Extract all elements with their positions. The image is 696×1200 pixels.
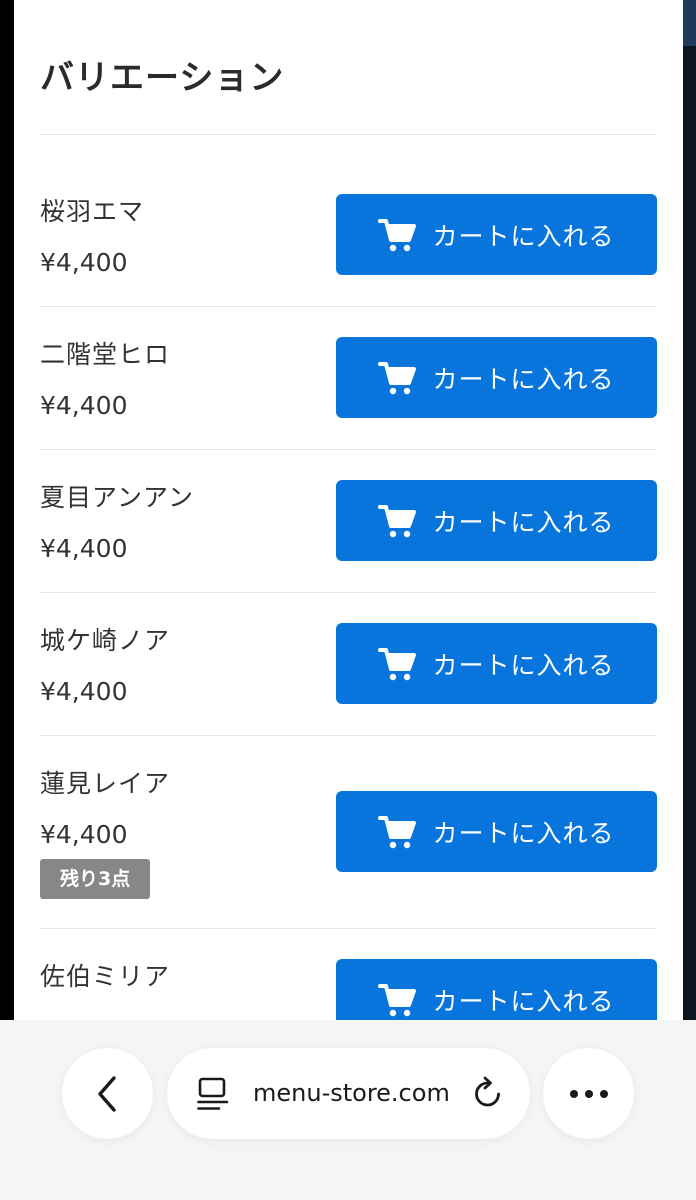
add-to-cart-button[interactable]: カートに入れる — [336, 337, 657, 418]
add-to-cart-label: カートに入れる — [432, 986, 615, 1016]
cart-icon — [378, 361, 417, 394]
row-divider — [40, 449, 657, 450]
row-divider — [40, 592, 657, 593]
add-to-cart-button[interactable]: カートに入れる — [336, 959, 657, 1020]
reader-mode-icon — [197, 1077, 229, 1110]
title-divider — [40, 134, 657, 135]
variant-name: 二階堂ヒロ — [40, 340, 171, 369]
reload-icon[interactable] — [471, 1076, 505, 1112]
back-button[interactable] — [62, 1048, 153, 1139]
variant-price: ¥4,400 — [40, 820, 128, 849]
sheet-title: バリエーション — [40, 58, 285, 98]
variant-name: 城ケ崎ノア — [40, 626, 171, 655]
cart-icon — [378, 647, 417, 680]
add-to-cart-label: カートに入れる — [432, 364, 615, 394]
row-divider — [40, 928, 657, 929]
variant-price: ¥4,400 — [40, 248, 128, 277]
variant-price: ¥4,400 — [40, 391, 128, 420]
row-divider — [40, 735, 657, 736]
chevron-left-icon — [97, 1075, 116, 1112]
add-to-cart-label: カートに入れる — [432, 650, 615, 680]
cart-icon — [378, 983, 417, 1016]
add-to-cart-button[interactable]: カートに入れる — [336, 791, 657, 872]
background-edge-glow — [683, 0, 696, 46]
add-to-cart-label: カートに入れる — [432, 221, 615, 251]
add-to-cart-button[interactable]: カートに入れる — [336, 623, 657, 704]
cart-icon — [378, 218, 417, 251]
more-horizontal-icon — [569, 1089, 608, 1098]
background-edge — [683, 0, 696, 1020]
variant-price: ¥4,400 — [40, 534, 128, 563]
more-button[interactable] — [543, 1048, 634, 1139]
add-to-cart-button[interactable]: カートに入れる — [336, 480, 657, 561]
variation-sheet: バリエーション 桜羽エマ ¥4,400 カートに入れる 二階堂ヒロ ¥4,400 — [14, 0, 683, 1020]
variant-name: 蓮見レイア — [40, 769, 171, 798]
add-to-cart-label: カートに入れる — [432, 507, 615, 537]
stock-remaining-badge: 残り3点 — [40, 859, 151, 899]
variant-price: ¥4,400 — [40, 677, 128, 706]
row-divider — [40, 306, 657, 307]
browser-toolbar: menu-store.com — [0, 1020, 696, 1200]
cart-icon — [378, 815, 417, 848]
variant-name: 佐伯ミリア — [40, 962, 171, 991]
url-text: menu-store.com — [253, 1079, 450, 1107]
add-to-cart-label: カートに入れる — [432, 818, 615, 848]
add-to-cart-button[interactable]: カートに入れる — [336, 194, 657, 275]
cart-icon — [378, 504, 417, 537]
variant-name: 桜羽エマ — [40, 197, 145, 226]
address-bar[interactable]: menu-store.com — [167, 1048, 530, 1139]
variant-name: 夏目アンアン — [40, 483, 195, 512]
